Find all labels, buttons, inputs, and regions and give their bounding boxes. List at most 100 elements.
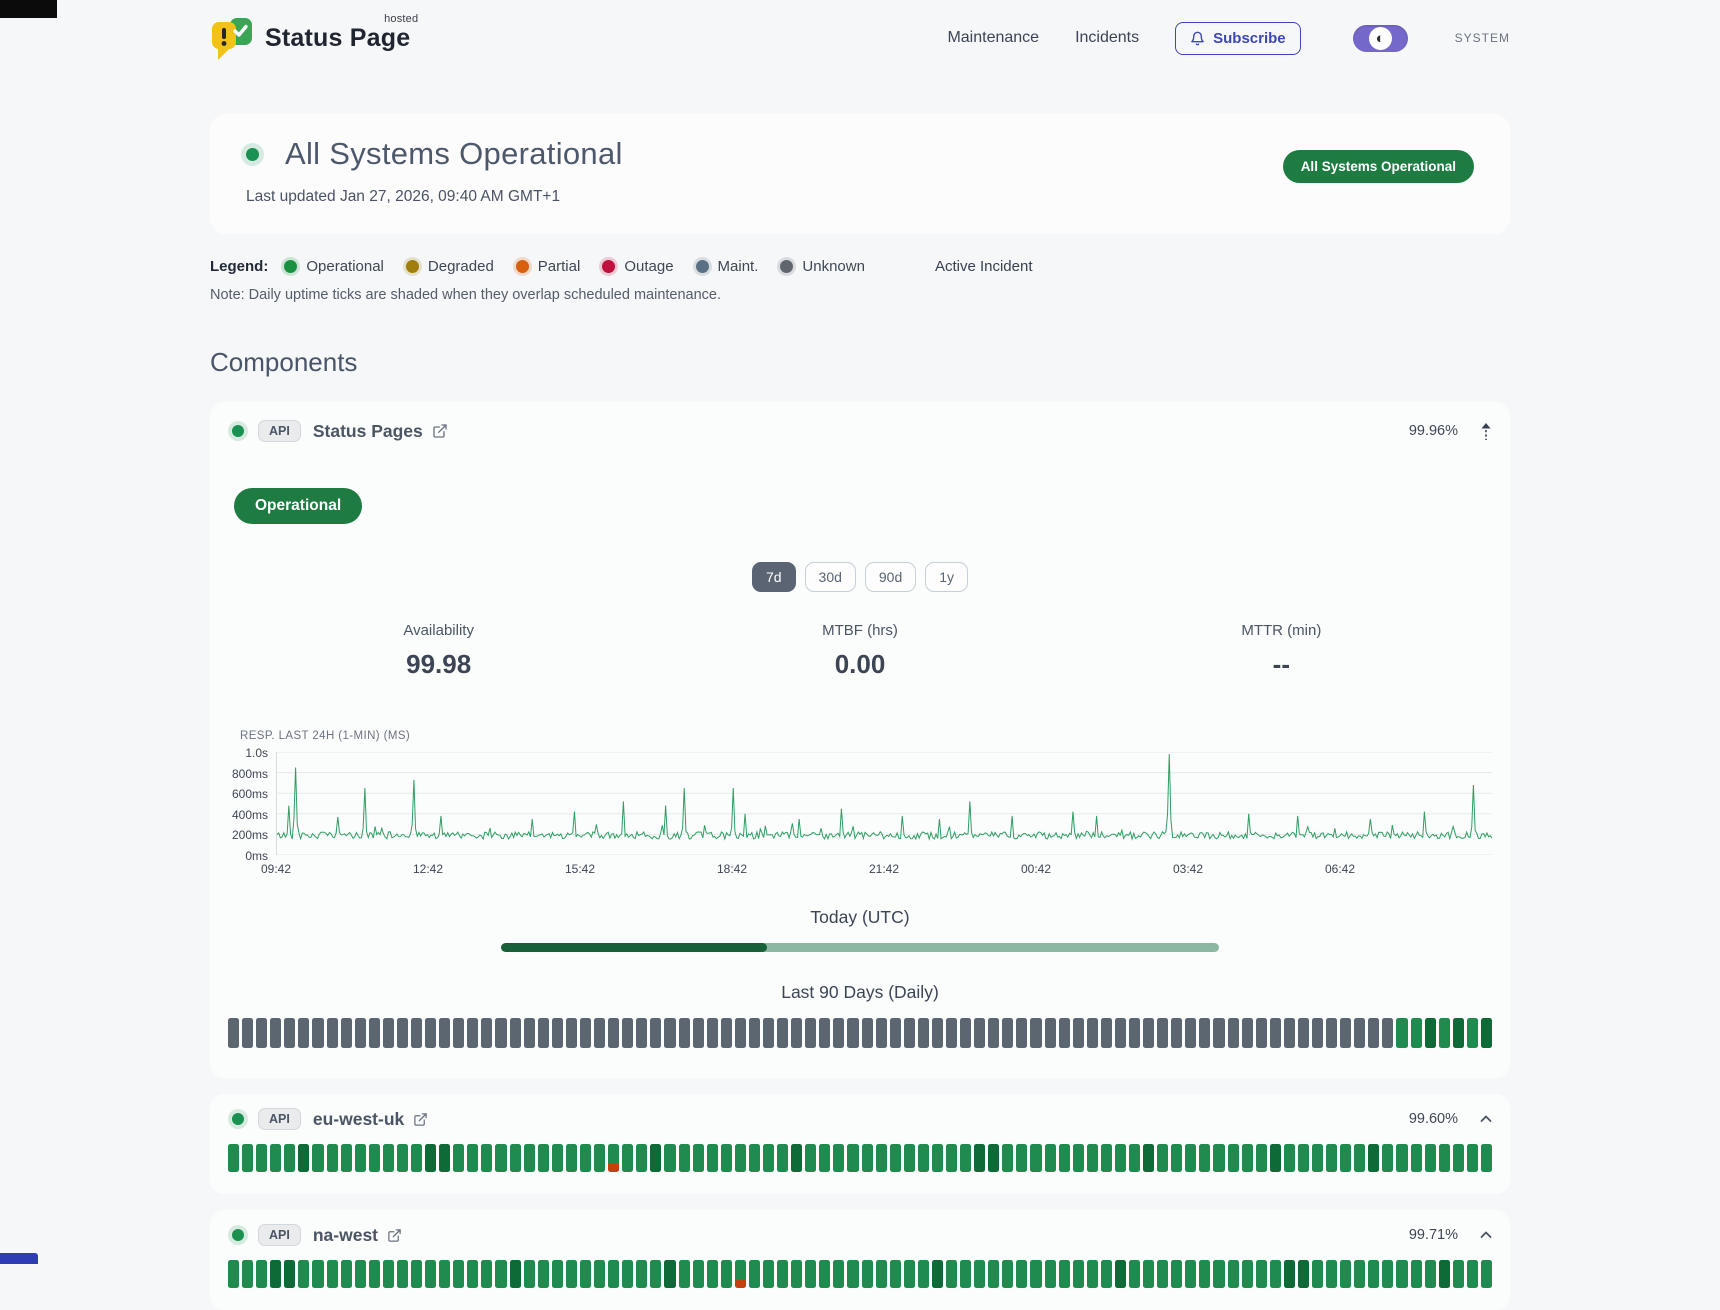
component-header[interactable]: API eu-west-uk 99.60% (228, 1108, 1492, 1130)
uptime-tick (946, 1018, 957, 1048)
expand-chevron-icon[interactable] (1480, 1115, 1492, 1123)
uptime-tick (693, 1144, 704, 1172)
range-button-30d[interactable]: 30d (805, 562, 856, 592)
uptime-tick (1453, 1144, 1464, 1172)
range-button-90d[interactable]: 90d (865, 562, 916, 592)
uptime-tick (1059, 1260, 1070, 1288)
uptime-tick (1228, 1144, 1239, 1172)
uptime-tick (1213, 1018, 1224, 1048)
nav-maintenance[interactable]: Maintenance (947, 29, 1039, 47)
component-type-badge: API (258, 1224, 301, 1246)
uptime-tick (777, 1018, 788, 1048)
uptime-tick (284, 1260, 295, 1288)
stat-availability: Availability 99.98 (228, 622, 649, 680)
external-link-icon[interactable] (432, 423, 448, 439)
uptime-tick (383, 1260, 394, 1288)
bell-icon (1190, 31, 1205, 46)
uptime-tick (1157, 1144, 1168, 1172)
expand-chevron-icon[interactable] (1480, 1231, 1492, 1239)
x-tick-label: 00:42 (1021, 862, 1051, 876)
uptime-tick (1228, 1018, 1239, 1048)
uptime-tick (1382, 1018, 1393, 1048)
uptime-tick (1382, 1260, 1393, 1288)
uptime-tick (819, 1144, 830, 1172)
uptime-tick (552, 1144, 563, 1172)
overall-status-dot (246, 148, 259, 161)
uptime-tick (1045, 1018, 1056, 1048)
x-tick-label: 12:42 (413, 862, 443, 876)
uptime-tick (1073, 1144, 1084, 1172)
uptime-tick (228, 1144, 239, 1172)
uptime-tick (847, 1018, 858, 1048)
range-button-1y[interactable]: 1y (925, 562, 968, 592)
uptime-tick (270, 1260, 281, 1288)
uptime-tick (707, 1144, 718, 1172)
uptime-tick (1199, 1144, 1210, 1172)
legend-item-maint: Maint. (696, 258, 759, 275)
component-status-dot (232, 1113, 244, 1125)
uptime-tick (481, 1260, 492, 1288)
uptime-tick (1242, 1018, 1253, 1048)
stat-mtbf: MTBF (hrs) 0.00 (649, 622, 1070, 680)
uptime-tick (383, 1144, 394, 1172)
uptime-tick (1157, 1018, 1168, 1048)
uptime-tick (355, 1260, 366, 1288)
uptime-tick (538, 1260, 549, 1288)
uptime-tick (974, 1260, 985, 1288)
uptime-tick (495, 1260, 506, 1288)
uptime-tick (833, 1144, 844, 1172)
uptime-tick (679, 1260, 690, 1288)
uptime-tick (1073, 1260, 1084, 1288)
legend-item-label: Maint. (718, 258, 759, 275)
component-header[interactable]: API na-west 99.71% (228, 1224, 1492, 1246)
uptime-tick (270, 1018, 281, 1048)
history-label: Last 90 Days (Daily) (228, 982, 1492, 1003)
uptime-tick (664, 1018, 675, 1048)
external-link-icon[interactable] (413, 1112, 428, 1127)
uptime-tick (679, 1144, 690, 1172)
uptime-tick (749, 1018, 760, 1048)
component-name: Status Pages (313, 421, 423, 442)
external-link-icon[interactable] (387, 1228, 402, 1243)
uptime-tick (876, 1018, 887, 1048)
x-tick-label: 18:42 (717, 862, 747, 876)
brand[interactable]: Status Page hosted (210, 16, 410, 60)
uptime-tick (650, 1144, 661, 1172)
uptime-tick (833, 1018, 844, 1048)
theme-toggle[interactable]: ◐ (1353, 25, 1408, 52)
subscribe-button[interactable]: Subscribe (1175, 22, 1301, 55)
uptime-tick (1002, 1144, 1013, 1172)
uptime-tick (847, 1144, 858, 1172)
uptime-tick (284, 1018, 295, 1048)
last-updated: Last updated Jan 27, 2026, 09:40 AM GMT+… (246, 188, 1474, 206)
uptime-tick (904, 1018, 915, 1048)
uptime-tick (1326, 1144, 1337, 1172)
uptime-tick (833, 1260, 844, 1288)
nav-incidents[interactable]: Incidents (1075, 29, 1139, 47)
uptime-tick (862, 1018, 873, 1048)
uptime-tick (228, 1260, 239, 1288)
uptime-tick (1115, 1260, 1126, 1288)
uptime-tick (538, 1144, 549, 1172)
uptime-tick (974, 1144, 985, 1172)
main-nav: Maintenance Incidents Subscribe ◐ SYSTEM (947, 22, 1510, 55)
uptime-tick (1087, 1144, 1098, 1172)
collapse-arrow-icon[interactable] (1480, 422, 1492, 441)
uptime-tick (566, 1260, 577, 1288)
theme-contrast-icon: ◐ (1369, 27, 1392, 50)
uptime-tick (819, 1018, 830, 1048)
uptime-tick (256, 1144, 267, 1172)
uptime-tick (467, 1260, 478, 1288)
uptime-tick (1340, 1018, 1351, 1048)
header: Status Page hosted Maintenance Incidents… (210, 0, 1510, 60)
uptime-tick (1129, 1018, 1140, 1048)
uptime-tick (242, 1260, 253, 1288)
uptime-tick (524, 1144, 535, 1172)
range-button-7d[interactable]: 7d (752, 562, 796, 592)
uptime-tick (735, 1260, 746, 1288)
uptime-tick (439, 1018, 450, 1048)
uptime-tick (594, 1018, 605, 1048)
uptime-tick (524, 1260, 535, 1288)
uptime-tick (425, 1260, 436, 1288)
component-header[interactable]: API Status Pages 99.96% (228, 420, 1492, 442)
